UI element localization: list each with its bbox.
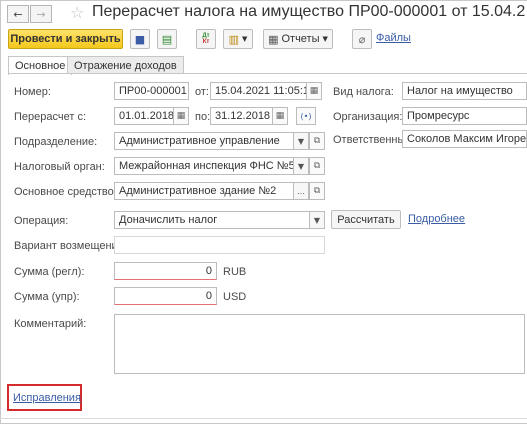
ellipsis-icon: …	[297, 186, 305, 196]
window-title: Перерасчет налога на имущество ПР00-0000…	[92, 3, 525, 20]
reports-button[interactable]: ▦ Отчеты ▼	[263, 29, 333, 49]
tab-divider	[8, 73, 527, 74]
responsible-field[interactable]: Соколов Максим Игоревич	[402, 130, 527, 148]
division-field[interactable]: Административное управление	[114, 132, 294, 150]
operation-field[interactable]: Доначислить налог	[114, 211, 310, 229]
calendar-button[interactable]: ▦	[306, 82, 322, 100]
open-icon: ⧉	[313, 136, 321, 146]
recalc-label: Перерасчет с:	[14, 111, 87, 123]
tax-type-field[interactable]: Налог на имущество	[402, 82, 527, 100]
from-label: от:	[195, 86, 209, 98]
reports-icon: ▦	[268, 32, 279, 46]
calendar-icon: ▦	[176, 111, 186, 121]
sum-reg-currency: RUB	[223, 266, 247, 278]
division-open[interactable]: ⧉	[309, 132, 325, 150]
create-based-on-button[interactable]: ▥ ▼	[223, 29, 253, 49]
org-field[interactable]: Промресурс	[402, 107, 527, 125]
back-button[interactable]: ←	[7, 5, 29, 23]
to-label: по:	[195, 111, 211, 123]
dt-kt-button[interactable]: Дт Кт	[196, 29, 216, 49]
save-button[interactable]: ■	[130, 29, 150, 49]
chevron-down-icon: ▼	[297, 136, 305, 146]
forward-button[interactable]: →	[30, 5, 52, 23]
tax-office-label: Налоговый орган:	[14, 161, 105, 173]
calendar-button-from[interactable]: ▦	[173, 107, 189, 125]
org-label: Организация:	[333, 111, 403, 123]
tax-type-label: Вид налога:	[333, 86, 394, 98]
tax-office-field[interactable]: Межрайонная инспекция ФНС №50 по г	[114, 157, 294, 175]
chevron-down-icon: ▼	[322, 35, 328, 43]
asset-label: Основное средство:	[14, 186, 117, 198]
forward-arrow-icon: →	[36, 7, 46, 21]
division-dropdown[interactable]: ▼	[293, 132, 309, 150]
open-icon: ⧉	[313, 186, 321, 196]
paperclip-icon: ⌀	[358, 32, 366, 46]
period-button[interactable]: (•)	[296, 107, 316, 125]
back-arrow-icon: ←	[13, 7, 23, 21]
files-link[interactable]: Файлы	[376, 32, 411, 44]
comment-field[interactable]	[114, 314, 525, 374]
date-field[interactable]: 15.04.2021 11:05:11	[210, 82, 308, 100]
create-based-on-icon: ▥	[228, 32, 239, 46]
reports-label: Отчеты	[281, 33, 320, 45]
tax-office-dropdown[interactable]: ▼	[293, 157, 309, 175]
refund-field[interactable]	[114, 236, 325, 254]
calendar-icon: ▦	[275, 111, 285, 121]
post-button[interactable]: ▤	[157, 29, 177, 49]
recalc-to-field[interactable]: 31.12.2018	[210, 107, 273, 125]
operation-label: Операция:	[14, 215, 69, 227]
tab-main-label: Основное	[15, 60, 66, 72]
post-icon: ▤	[161, 32, 173, 46]
tab-income-reflection-label: Отражение доходов	[74, 59, 177, 72]
star-icon[interactable]: ☆	[70, 3, 84, 22]
chevron-down-icon: ▼	[242, 35, 248, 43]
calculate-button[interactable]: Рассчитать	[331, 210, 401, 229]
comment-label: Комментарий:	[14, 318, 87, 330]
tab-income-reflection[interactable]: Отражение доходов	[67, 56, 184, 74]
operation-dropdown[interactable]: ▼	[309, 211, 325, 229]
division-label: Подразделение:	[14, 136, 98, 148]
post-and-close-button[interactable]: Провести и закрыть	[8, 29, 123, 49]
chevron-down-icon: ▼	[297, 161, 305, 171]
sum-mgmt-currency: USD	[223, 291, 247, 303]
number-label: Номер:	[14, 86, 51, 98]
asset-select[interactable]: …	[293, 182, 309, 200]
period-icon: (•)	[300, 111, 312, 121]
open-icon: ⧉	[313, 161, 321, 171]
asset-open[interactable]: ⧉	[309, 182, 325, 200]
calendar-button-to[interactable]: ▦	[272, 107, 288, 125]
sum-mgmt-label: Сумма (упр):	[14, 291, 80, 303]
recalc-from-field[interactable]: 01.01.2018	[114, 107, 174, 125]
attach-button[interactable]: ⌀	[352, 29, 372, 49]
bottom-divider	[0, 418, 527, 419]
sum-reg-field[interactable]: 0	[114, 262, 217, 280]
refund-label: Вариант возмещения:	[14, 240, 127, 252]
asset-field[interactable]: Административное здание №2	[114, 182, 294, 200]
chevron-down-icon: ▼	[313, 215, 321, 225]
sum-reg-label: Сумма (регл):	[14, 266, 85, 278]
save-icon: ■	[134, 32, 146, 46]
tax-office-open[interactable]: ⧉	[309, 157, 325, 175]
number-field[interactable]: ПР00-000001	[114, 82, 189, 100]
sum-mgmt-field[interactable]: 0	[114, 287, 217, 305]
corrections-link[interactable]: Исправления	[13, 392, 81, 404]
calendar-icon: ▦	[309, 86, 319, 96]
more-link[interactable]: Подробнее	[408, 213, 465, 225]
dt-kt-icon: Дт Кт	[202, 33, 210, 45]
